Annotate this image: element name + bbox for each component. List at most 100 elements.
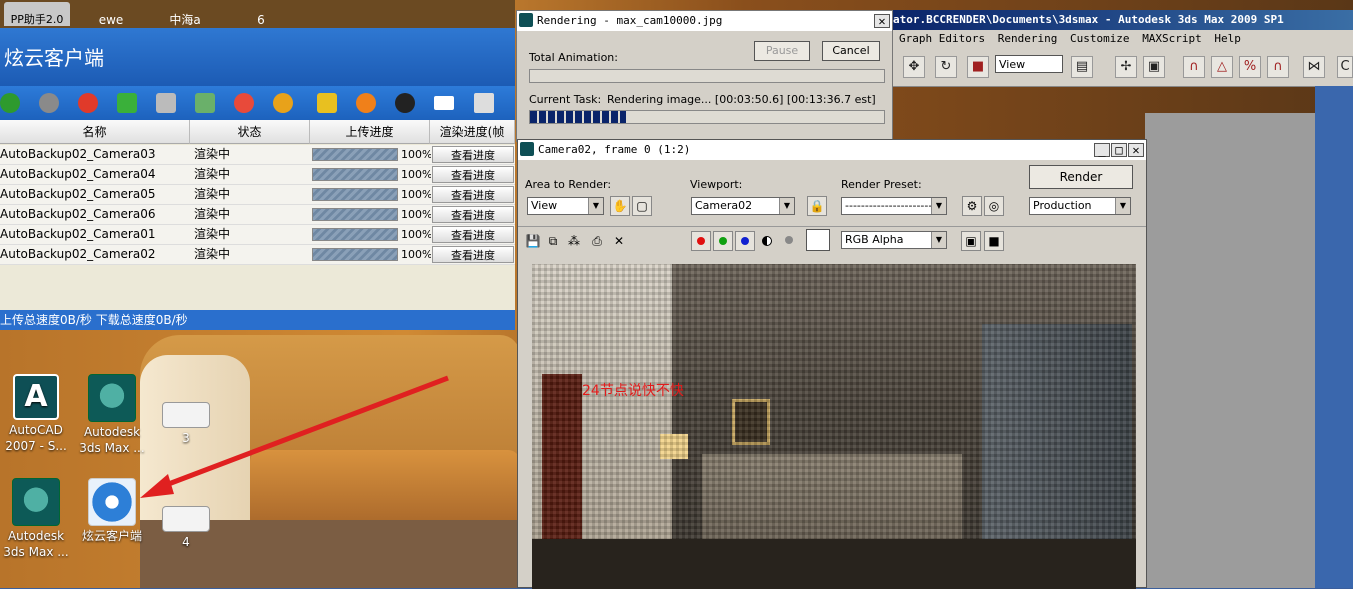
xuanyun-client-icon (88, 478, 136, 526)
gear-icon[interactable] (273, 93, 293, 113)
clone-icon[interactable]: ⁂ (564, 232, 584, 252)
desktop-icon-label: AutoCAD 2007 - S... (5, 423, 67, 453)
clear-icon[interactable]: ✕ (609, 232, 629, 252)
column-header-upload[interactable]: 上传进度 (310, 120, 430, 144)
render-setup-icon[interactable]: ⚙ (962, 196, 982, 216)
divider (518, 226, 1146, 227)
upload-progress-fill (313, 189, 397, 200)
select-filter-icon[interactable]: ▤ (1071, 56, 1093, 78)
upload-progress-bar (312, 188, 398, 201)
image-icon[interactable] (195, 93, 215, 113)
refresh-icon[interactable] (117, 93, 137, 113)
desktop-icon-3dsmax-2[interactable]: Autodesk 3ds Max ... (0, 478, 72, 560)
toggle-ui-icon[interactable]: ■ (984, 231, 1004, 251)
close-icon[interactable]: ✕ (1128, 143, 1144, 157)
task-status: 渲染中 (194, 247, 231, 261)
copy-icon[interactable]: ⧉ (543, 232, 563, 252)
view-progress-button[interactable]: 查看进度 (432, 246, 514, 263)
column-header-render[interactable]: 渲染进度(帧 (430, 120, 515, 144)
play-icon[interactable] (39, 93, 59, 113)
minimize-icon[interactable]: _ (1094, 143, 1110, 157)
percent-snap-icon[interactable]: % (1239, 56, 1261, 78)
display-channel-value: RGB Alpha (845, 233, 904, 246)
box-icon[interactable]: ▣ (1143, 56, 1165, 78)
current-task-progress-fill (530, 111, 626, 123)
view-progress-button[interactable]: 查看进度 (432, 226, 514, 243)
named-selection-icon[interactable]: C (1337, 56, 1353, 78)
area-to-render-dropdown[interactable]: View ▼ (527, 197, 604, 215)
save-icon[interactable]: 💾 (523, 232, 543, 252)
desktop-icon-autocad[interactable]: A AutoCAD 2007 - S... (0, 374, 72, 454)
tab-zhonghai[interactable]: 中海a (152, 2, 218, 27)
mail-icon[interactable] (434, 96, 454, 110)
table-row[interactable]: AutoBackup02_Camera03 渲染中 100% 查看进度 (0, 145, 515, 165)
stop-icon[interactable] (78, 93, 98, 113)
render-image-area: 24节点说快不快 (532, 264, 1136, 589)
menu-rendering[interactable]: Rendering (998, 32, 1058, 45)
lock-icon[interactable]: 🔒 (807, 196, 827, 216)
chevron-down-icon: ▼ (931, 232, 946, 248)
table-row[interactable]: AutoBackup02_Camera01 渲染中 100% 查看进度 (0, 225, 515, 245)
upload-percent: 100% (401, 248, 431, 261)
area-to-render-label: Area to Render: (525, 178, 612, 191)
production-dropdown[interactable]: Production ▼ (1029, 197, 1131, 215)
cancel-button[interactable]: Cancel (822, 41, 880, 61)
angle-snap-icon[interactable]: △ (1211, 56, 1233, 78)
table-row[interactable]: AutoBackup02_Camera06 渲染中 100% 查看进度 (0, 205, 515, 225)
menu-maxscript[interactable]: MAXScript (1142, 32, 1202, 45)
print-icon[interactable]: ⎙ (587, 232, 607, 252)
max-menu-bar: Graph Editors Rendering Customize MAXScr… (893, 30, 1353, 48)
column-header-name[interactable]: 名称 (0, 120, 190, 144)
color-swatch[interactable] (806, 229, 830, 251)
column-header-status[interactable]: 状态 (190, 120, 310, 144)
qq-icon[interactable] (395, 93, 415, 113)
power-icon[interactable] (234, 93, 254, 113)
snap-icon[interactable]: ∩ (1183, 56, 1205, 78)
download-icon[interactable] (156, 93, 176, 113)
move-icon[interactable]: ✥ (903, 56, 925, 78)
render-button[interactable]: Render (1029, 165, 1133, 189)
viewport-dropdown[interactable]: Camera02 ▼ (691, 197, 795, 215)
pivot-icon[interactable]: ✢ (1115, 56, 1137, 78)
green-channel-toggle[interactable] (713, 231, 733, 251)
current-task-label: Current Task: (529, 93, 602, 106)
table-row[interactable]: AutoBackup02_Camera05 渲染中 100% 查看进度 (0, 185, 515, 205)
scale-icon[interactable]: ■ (967, 56, 989, 78)
pause-button[interactable]: Pause (754, 41, 810, 61)
menu-graph-editors[interactable]: Graph Editors (899, 32, 985, 45)
auto-region-icon[interactable]: ▢ (632, 196, 652, 216)
chevron-down-icon: ▼ (1115, 198, 1130, 214)
toggle-ui-overlay-icon[interactable]: ▣ (961, 231, 981, 251)
tab-ewe[interactable]: ewe (78, 2, 144, 27)
task-status: 渲染中 (194, 207, 231, 221)
render-scene-unrendered-bucket-row (532, 539, 1136, 589)
table-row[interactable]: AutoBackup02_Camera02 渲染中 100% 查看进度 (0, 245, 515, 265)
display-channel-dropdown[interactable]: RGB Alpha ▼ (841, 231, 947, 249)
blue-channel-toggle[interactable] (735, 231, 755, 251)
view-progress-button[interactable]: 查看进度 (432, 186, 514, 203)
reference-coordinate-select[interactable]: View (995, 55, 1063, 73)
close-icon[interactable]: ✕ (874, 14, 890, 28)
mirror-icon[interactable]: ⋈ (1303, 56, 1325, 78)
menu-help[interactable]: Help (1214, 32, 1241, 45)
environment-icon[interactable]: ◎ (984, 196, 1004, 216)
view-progress-button[interactable]: 查看进度 (432, 146, 514, 163)
puzzle-icon[interactable] (317, 93, 337, 113)
maximize-icon[interactable]: □ (1111, 143, 1127, 157)
alpha-channel-toggle[interactable] (757, 231, 777, 251)
view-progress-button[interactable]: 查看进度 (432, 166, 514, 183)
edit-region-icon[interactable]: ✋ (610, 196, 630, 216)
view-progress-button[interactable]: 查看进度 (432, 206, 514, 223)
tab-pp-assistant[interactable]: PP助手2.0 (4, 2, 70, 26)
rotate-icon[interactable]: ↻ (935, 56, 957, 78)
calculator-icon[interactable] (474, 93, 494, 113)
pause-icon[interactable] (0, 93, 20, 113)
table-row[interactable]: AutoBackup02_Camera04 渲染中 100% 查看进度 (0, 165, 515, 185)
red-channel-toggle[interactable] (691, 231, 711, 251)
tab-6[interactable]: 6 (228, 2, 294, 27)
mono-channel-toggle[interactable] (780, 231, 800, 251)
yuan-icon[interactable] (356, 93, 376, 113)
render-preset-dropdown[interactable]: ------------------------- ▼ (841, 197, 947, 215)
menu-customize[interactable]: Customize (1070, 32, 1130, 45)
spinner-snap-icon[interactable]: ∩ (1267, 56, 1289, 78)
